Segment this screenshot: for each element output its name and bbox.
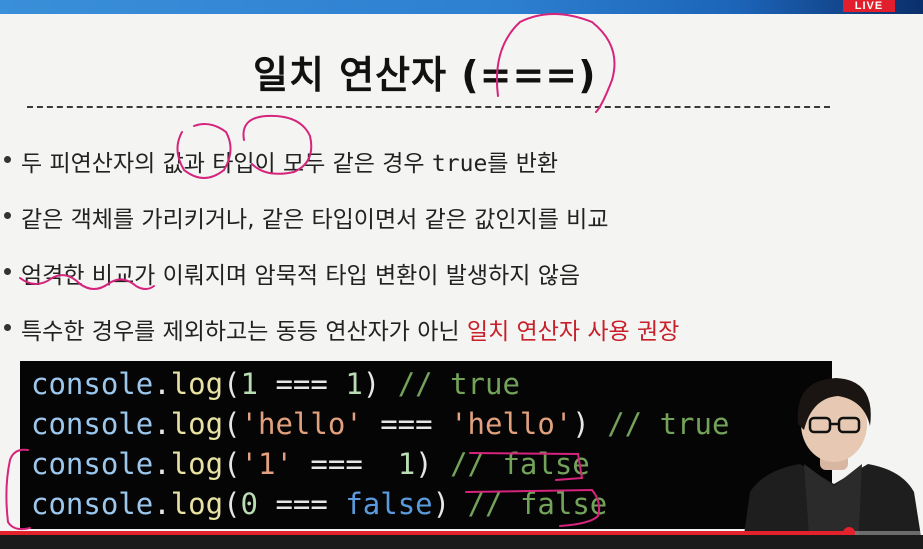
code-line: console.log(0 === false) // false (31, 487, 607, 521)
code-token: console (31, 407, 154, 441)
code-token: . (153, 367, 171, 401)
code-token: ( (223, 447, 241, 481)
code-line: console.log(1 === 1) // true (31, 367, 520, 401)
code-token: === (362, 407, 451, 441)
code-token: log (170, 487, 224, 521)
code-token: ) (415, 447, 451, 481)
broadcast-top-bar: LIVE (0, 0, 923, 14)
code-token: console (31, 487, 154, 521)
code-token: console (31, 367, 154, 401)
presenter-webcam (742, 378, 923, 549)
code-token: 1 (345, 367, 363, 401)
bullet-dot-icon (4, 156, 11, 163)
code-token: console (31, 447, 154, 481)
code-token: false (345, 487, 433, 521)
code-token: '1' (240, 447, 293, 481)
code-token: ) (362, 367, 398, 401)
code-block: console.log(1 === 1) // true console.log(… (20, 361, 832, 529)
code-token: ( (223, 407, 241, 441)
code-token: 0 (240, 487, 259, 521)
code-token: log (170, 367, 224, 401)
code-token: ) (432, 487, 468, 521)
title-divider (27, 106, 830, 108)
bullet-dot-icon (4, 212, 11, 219)
highlighted-recommendation: 일치 연산자 사용 권장 (466, 319, 680, 345)
code-line: console.log('1' === 1) // false (31, 447, 590, 481)
code-token: 'hello' (240, 407, 363, 441)
code-token: // false (467, 487, 608, 521)
video-controls-strip (0, 535, 923, 549)
code-token: // true (397, 367, 520, 401)
bullet-dot-icon (4, 268, 11, 275)
code-token: . (153, 447, 171, 481)
code-token: log (170, 447, 224, 481)
inline-code-true: true (431, 151, 488, 177)
code-token: 'hello' (450, 407, 573, 441)
live-badge: LIVE (843, 0, 895, 12)
code-token: ( (223, 367, 241, 401)
bullet-text: 같은 객체를 가리키거나, 같은 타입이면서 같은 값인지를 비교 (21, 207, 609, 233)
code-line: console.log('hello' === 'hello') // true (31, 407, 729, 441)
code-token: ( (223, 487, 241, 521)
code-token: === (258, 367, 346, 401)
bullet-dot-icon (4, 324, 11, 331)
code-token: log (170, 407, 224, 441)
code-token: === (292, 447, 398, 481)
bullet-text: 엄격한 비교가 이뤄지며 암묵적 타입 변환이 발생하지 않음 (21, 263, 581, 289)
code-token: ) (572, 407, 608, 441)
code-token: 1 (397, 447, 416, 481)
code-token: // false (450, 447, 590, 481)
code-token: . (153, 487, 171, 521)
code-token: . (153, 407, 171, 441)
code-token: 1 (240, 367, 259, 401)
bullet-text: 두 피연산자의 값과 타입이 모두 같은 경우 true를 반환 (21, 151, 559, 177)
code-token: === (258, 487, 346, 521)
code-token: // true (607, 407, 730, 441)
slide-title: 일치 연산자 (===) (253, 53, 597, 97)
bullet-text: 특수한 경우를 제외하고는 동등 연산자가 아닌 일치 연산자 사용 권장 (21, 319, 680, 345)
